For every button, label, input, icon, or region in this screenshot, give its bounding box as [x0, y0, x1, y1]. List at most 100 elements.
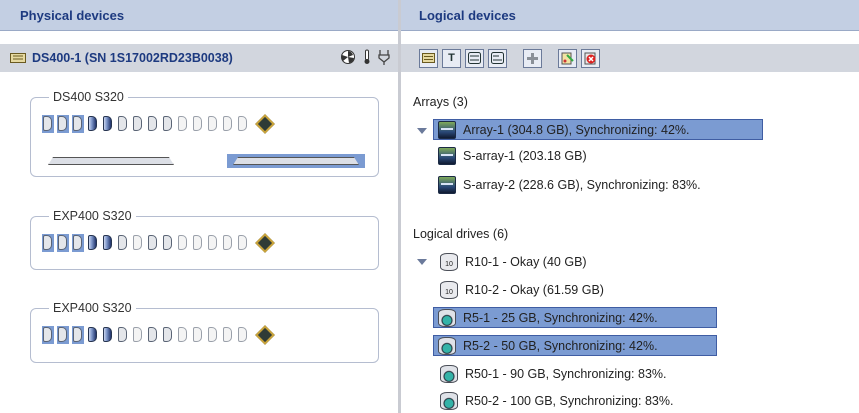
- enclosure-bar[interactable]: DS400-1 (SN 1S17002RD23B0038): [0, 44, 398, 72]
- drive-bay[interactable]: [192, 115, 204, 133]
- drive-bay[interactable]: [132, 115, 144, 133]
- delete-button[interactable]: [581, 48, 600, 68]
- drive-bay[interactable]: [117, 234, 129, 252]
- expand-logical-drives-icon[interactable]: [417, 259, 427, 265]
- add-button[interactable]: [523, 48, 542, 68]
- drive-bay[interactable]: [57, 234, 69, 252]
- drive-bay[interactable]: [207, 326, 219, 344]
- drive-bay[interactable]: [237, 326, 249, 344]
- drive-bay[interactable]: [102, 326, 114, 344]
- drive-bay[interactable]: [162, 326, 174, 344]
- logical-devices-header: Logical devices: [401, 0, 859, 31]
- sync-drive-icon: [440, 391, 458, 410]
- expand-arrays-icon[interactable]: [417, 128, 427, 134]
- plus-icon: [527, 52, 538, 64]
- sync-drive-icon: [438, 336, 456, 355]
- list-view-button[interactable]: [465, 48, 484, 68]
- drive-bay[interactable]: [42, 234, 54, 252]
- controller-chip-icon[interactable]: [255, 114, 275, 134]
- drive-bay[interactable]: [117, 115, 129, 133]
- drive-bay[interactable]: [132, 326, 144, 344]
- logical-drive-label: R50-2 - 100 GB, Synchronizing: 83%.: [465, 393, 674, 408]
- drive-bay[interactable]: [162, 115, 174, 133]
- logical-drive-row[interactable]: R50-1 - 90 GB, Synchronizing: 83%.: [436, 363, 667, 384]
- raid10-drive-icon: 10: [440, 280, 458, 299]
- drive-bay[interactable]: [72, 115, 84, 133]
- drive-bay[interactable]: [222, 326, 234, 344]
- drive-bay[interactable]: [192, 234, 204, 252]
- drive-bay[interactable]: [87, 234, 99, 252]
- logical-drive-label: R5-2 - 50 GB, Synchronizing: 42%.: [463, 338, 658, 353]
- array-row[interactable]: S-array-1 (203.18 GB): [434, 145, 587, 166]
- drive-bay[interactable]: [237, 115, 249, 133]
- drive-bay[interactable]: [147, 326, 159, 344]
- array-row[interactable]: S-array-2 (228.6 GB), Synchronizing: 83%…: [434, 174, 701, 195]
- logical-devices-title: Logical devices: [419, 7, 516, 23]
- drive-bay[interactable]: [192, 326, 204, 344]
- enclosure-view-icon: [422, 53, 435, 63]
- drive-bay[interactable]: [177, 326, 189, 344]
- drive-bay[interactable]: [87, 115, 99, 133]
- physical-devices-title: Physical devices: [20, 7, 125, 23]
- logical-drive-row[interactable]: R5-2 - 50 GB, Synchronizing: 42%.: [433, 335, 717, 356]
- drive-bay[interactable]: [57, 115, 69, 133]
- logical-drive-label: R5-1 - 25 GB, Synchronizing: 42%.: [463, 310, 658, 325]
- drive-bay[interactable]: [177, 115, 189, 133]
- drive-bay[interactable]: [42, 326, 54, 344]
- drive-bay[interactable]: [162, 234, 174, 252]
- logical-drive-row[interactable]: R50-2 - 100 GB, Synchronizing: 83%.: [436, 390, 673, 411]
- array-label: Array-1 (304.8 GB), Synchronizing: 42%.: [463, 122, 690, 137]
- drive-bay[interactable]: [42, 115, 54, 133]
- logical-drive-row[interactable]: 10 R10-2 - Okay (61.59 GB): [436, 279, 604, 300]
- arrays-heading: Arrays (3): [413, 95, 468, 109]
- drive-bay[interactable]: [132, 234, 144, 252]
- array-label: S-array-1 (203.18 GB): [463, 148, 587, 163]
- drive-bay[interactable]: [222, 234, 234, 252]
- enclosure-panel-ds400[interactable]: DS400 S320: [30, 90, 379, 177]
- drive-bay[interactable]: [207, 115, 219, 133]
- create-wizard-button[interactable]: [558, 48, 577, 68]
- drive-bay[interactable]: [177, 234, 189, 252]
- fan-icon[interactable]: [340, 49, 356, 65]
- drive-bay[interactable]: [147, 115, 159, 133]
- drive-bay[interactable]: [147, 234, 159, 252]
- controller-chip-icon[interactable]: [255, 233, 275, 253]
- enclosure-label: DS400 S320: [49, 90, 128, 104]
- sync-drive-icon: [440, 364, 458, 383]
- drive-bay[interactable]: [102, 115, 114, 133]
- text-view-button[interactable]: T: [442, 48, 461, 68]
- array-row[interactable]: Array-1 (304.8 GB), Synchronizing: 42%.: [433, 119, 763, 140]
- drive-bay[interactable]: [57, 326, 69, 344]
- power-icon[interactable]: [378, 49, 390, 65]
- drive-bays: [42, 114, 275, 134]
- drive-bay[interactable]: [72, 234, 84, 252]
- wizard-icon: [561, 52, 574, 64]
- drive-bay[interactable]: [207, 234, 219, 252]
- detail-icon: [491, 52, 504, 64]
- controller-chip-icon[interactable]: [255, 325, 275, 345]
- drive-bay[interactable]: [102, 234, 114, 252]
- temperature-icon[interactable]: [362, 49, 372, 65]
- controller-slot-b[interactable]: [227, 154, 365, 168]
- drive-bay[interactable]: [222, 115, 234, 133]
- logical-drives-heading: Logical drives (6): [413, 227, 509, 241]
- drive-bay[interactable]: [87, 326, 99, 344]
- drive-bay[interactable]: [237, 234, 249, 252]
- enclosure-icon: [10, 53, 26, 63]
- logical-drive-row[interactable]: 10 R10-1 - Okay (40 GB): [436, 251, 587, 272]
- logical-drive-row[interactable]: R5-1 - 25 GB, Synchronizing: 42%.: [433, 307, 717, 328]
- array-label: S-array-2 (228.6 GB), Synchronizing: 83%…: [463, 177, 701, 192]
- array-icon: [438, 146, 456, 165]
- logical-drive-label: R50-1 - 90 GB, Synchronizing: 83%.: [465, 366, 667, 381]
- controller-slot-a[interactable]: [42, 154, 180, 168]
- detail-view-button[interactable]: [488, 48, 507, 68]
- enclosure-panel-exp400-1[interactable]: EXP400 S320: [30, 209, 379, 270]
- drive-bay[interactable]: [117, 326, 129, 344]
- enclosure-panel-exp400-2[interactable]: EXP400 S320: [30, 301, 379, 363]
- drive-bay[interactable]: [72, 326, 84, 344]
- enclosure-label: EXP400 S320: [49, 209, 136, 223]
- enclosure-view-button[interactable]: [419, 48, 438, 68]
- drive-bays: [42, 233, 275, 253]
- array-sync-icon: [438, 120, 456, 139]
- physical-devices-header: Physical devices: [0, 0, 398, 31]
